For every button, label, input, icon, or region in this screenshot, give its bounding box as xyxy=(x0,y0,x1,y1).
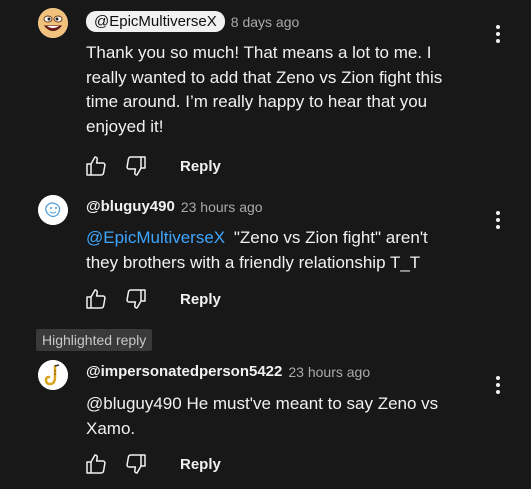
more-actions-icon[interactable] xyxy=(490,208,506,232)
comment-timestamp[interactable]: 8 days ago xyxy=(231,14,300,30)
avatar-bluguy490[interactable] xyxy=(38,195,68,225)
comment-author[interactable]: @impersonatedperson5422 xyxy=(86,363,282,380)
comment-text: @EpicMultiverseX "Zeno vs Zion fight" ar… xyxy=(86,226,446,275)
like-button[interactable] xyxy=(84,452,108,476)
more-actions-icon[interactable] xyxy=(490,22,506,46)
mention-link[interactable]: @EpicMultiverseX xyxy=(86,228,225,247)
troll-face-avatar-icon xyxy=(38,8,68,38)
dislike-button[interactable] xyxy=(124,154,148,178)
reply-button[interactable]: Reply xyxy=(180,291,221,308)
sketch-avatar-icon xyxy=(38,195,68,225)
dislike-button[interactable] xyxy=(124,287,148,311)
comment-text: @bluguy490 He must've meant to say Zeno … xyxy=(86,392,456,441)
comment-text: Thank you so much! That means a lot to m… xyxy=(86,41,476,139)
dislike-button[interactable] xyxy=(124,452,148,476)
avatar-impersonatedperson5422[interactable] xyxy=(38,360,68,390)
reply-button[interactable]: Reply xyxy=(180,158,221,175)
comment-body: Thank you so much! That means a lot to m… xyxy=(86,43,443,136)
like-button[interactable] xyxy=(84,154,108,178)
like-button[interactable] xyxy=(84,287,108,311)
avatar-epicmultiversex[interactable] xyxy=(38,8,68,38)
comment-timestamp[interactable]: 23 hours ago xyxy=(181,199,263,215)
comment-timestamp[interactable]: 23 hours ago xyxy=(288,364,370,380)
comment-body: @bluguy490 He must've meant to say Zeno … xyxy=(86,394,439,438)
more-actions-icon[interactable] xyxy=(490,373,506,397)
highlighted-reply-badge: Highlighted reply xyxy=(36,329,153,351)
comment-author[interactable]: @EpicMultiverseX xyxy=(86,11,225,32)
comment-author[interactable]: @bluguy490 xyxy=(86,198,175,215)
reply-button[interactable]: Reply xyxy=(180,456,221,473)
saxophone-avatar-icon xyxy=(38,360,68,390)
